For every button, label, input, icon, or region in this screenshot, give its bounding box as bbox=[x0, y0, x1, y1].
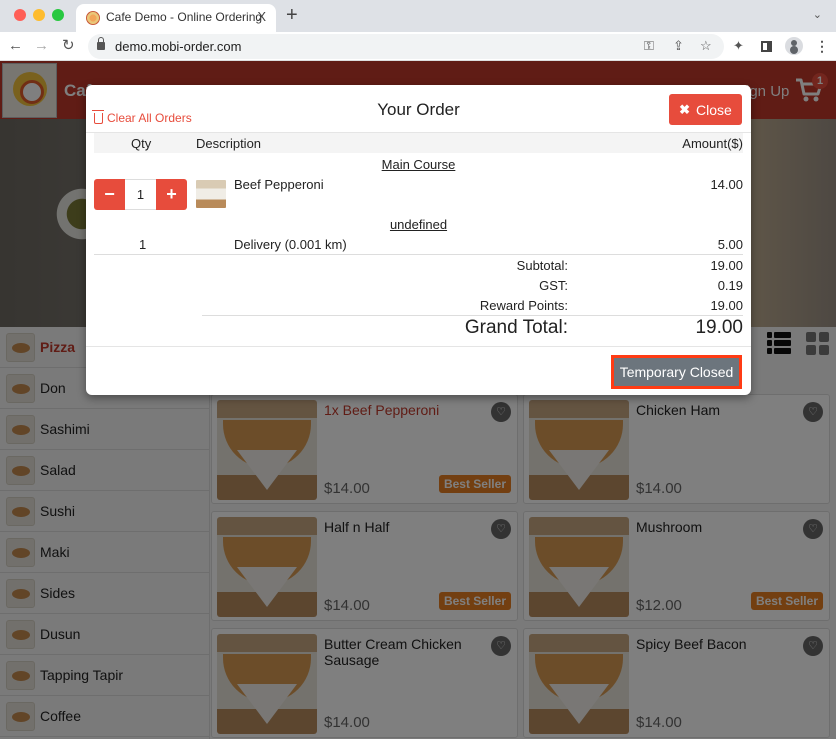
column-header-amount: Amount($) bbox=[682, 136, 743, 151]
order-table-header: Qty Description Amount($) bbox=[94, 133, 743, 153]
order-item-amount: 14.00 bbox=[710, 177, 743, 192]
order-group-title: undefined bbox=[389, 217, 448, 232]
lock-icon[interactable] bbox=[97, 37, 105, 50]
browser-menu-icon[interactable]: ⋮ bbox=[815, 37, 829, 55]
window-minimize-button[interactable] bbox=[33, 9, 45, 21]
order-item-qty: 1 bbox=[139, 237, 147, 252]
address-bar[interactable]: demo.mobi-order.com ⚿ ⇪ ☆ bbox=[88, 34, 724, 59]
divider bbox=[94, 254, 743, 255]
reward-points-label: Reward Points: bbox=[479, 298, 568, 313]
window-maximize-button[interactable] bbox=[52, 9, 64, 21]
browser-tab[interactable]: Cafe Demo - Online Ordering X bbox=[76, 4, 276, 32]
close-button[interactable]: ✖ Close bbox=[669, 94, 742, 125]
tab-title: Cafe Demo - Online Ordering bbox=[106, 10, 263, 24]
site-favicon-icon bbox=[86, 11, 100, 25]
back-button[interactable]: ← bbox=[8, 37, 23, 55]
extensions-puzzle-icon[interactable]: ✦ bbox=[733, 38, 744, 54]
order-item-amount: 5.00 bbox=[717, 237, 743, 252]
close-icon: ✖ bbox=[679, 101, 691, 117]
new-tab-button[interactable]: + bbox=[286, 4, 298, 26]
side-panel-icon[interactable] bbox=[761, 41, 772, 52]
modal-title: Your Order bbox=[377, 100, 460, 119]
bookmark-star-icon[interactable]: ☆ bbox=[700, 38, 712, 54]
share-icon[interactable]: ⇪ bbox=[673, 38, 684, 54]
order-modal: Clear All Orders Your Order ✖ Close Qty … bbox=[86, 85, 751, 395]
subtotal-label: Subtotal: bbox=[516, 258, 568, 273]
tab-search-chevron-icon[interactable]: ⌄ bbox=[813, 8, 822, 21]
quantity-input[interactable]: 1 bbox=[125, 179, 156, 210]
url-text[interactable]: demo.mobi-order.com bbox=[115, 39, 241, 54]
modal-footer: Temporary Closed bbox=[86, 346, 751, 395]
grand-total-label: Grand Total: bbox=[464, 317, 568, 338]
column-header-qty: Qty bbox=[131, 136, 152, 151]
modal-header: Clear All Orders Your Order ✖ Close bbox=[86, 85, 751, 133]
order-group-title: Main Course bbox=[381, 157, 456, 172]
tab-close-icon[interactable]: X bbox=[257, 9, 266, 24]
reload-button[interactable]: ↻ bbox=[62, 37, 75, 55]
order-item-thumbnail bbox=[196, 180, 226, 208]
profile-avatar-icon[interactable] bbox=[785, 37, 803, 55]
temporary-closed-button[interactable]: Temporary Closed bbox=[611, 355, 742, 389]
column-header-description: Description bbox=[196, 136, 262, 151]
quantity-stepper: − 1 + bbox=[94, 179, 187, 210]
window-close-button[interactable] bbox=[14, 9, 26, 21]
browser-toolbar: ← → ↻ demo.mobi-order.com ⚿ ⇪ ☆ ✦ ⋮ bbox=[0, 32, 836, 61]
divider bbox=[202, 315, 743, 316]
close-label: Close bbox=[696, 101, 732, 118]
grand-total-value: 19.00 bbox=[695, 317, 743, 338]
order-item-description: Beef Pepperoni bbox=[234, 177, 324, 192]
decrease-quantity-button[interactable]: − bbox=[94, 179, 125, 210]
gst-value: 0.19 bbox=[717, 278, 743, 293]
gst-label: GST: bbox=[539, 278, 568, 293]
browser-tab-bar: Cafe Demo - Online Ordering X + ⌄ bbox=[0, 0, 836, 32]
password-key-icon[interactable]: ⚿ bbox=[644, 38, 654, 54]
order-item-description: Delivery (0.001 km) bbox=[234, 237, 347, 252]
forward-button[interactable]: → bbox=[34, 37, 49, 55]
increase-quantity-button[interactable]: + bbox=[156, 179, 187, 210]
reward-points-value: 19.00 bbox=[710, 298, 743, 313]
subtotal-value: 19.00 bbox=[710, 258, 743, 273]
